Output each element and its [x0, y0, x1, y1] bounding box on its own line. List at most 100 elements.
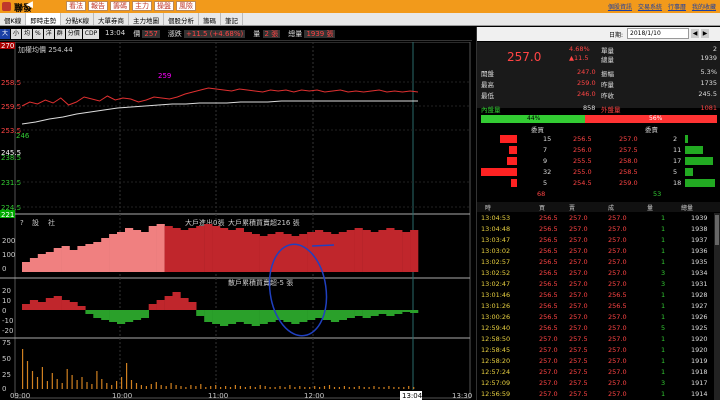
tab-chips[interactable]: 籌碼	[199, 13, 222, 25]
back-arrow-icon[interactable]: ◀	[26, 0, 33, 10]
retail-bar	[61, 300, 70, 310]
tick-row[interactable]: 12:56:59 257.0 257.5 257.0 1 1914	[477, 389, 720, 400]
tick-deal: 257.0	[608, 346, 627, 354]
chart-button-group: 大 小 均 % 洋 群 分價 CDP	[0, 29, 100, 39]
tab-big-broker[interactable]: 大單券商	[94, 13, 130, 25]
time-axis-label: 11:00	[208, 392, 228, 400]
retail-bar	[140, 310, 149, 318]
tick-row[interactable]: 13:04:53 256.5 257.0 257.0 1 1939	[477, 213, 720, 224]
price-split-button[interactable]: 分價	[65, 29, 82, 39]
retail-bar	[235, 310, 244, 322]
volume-bar	[220, 387, 222, 389]
operation-button[interactable]: 操盤	[154, 1, 174, 11]
foreign-button[interactable]: 洋	[43, 29, 54, 39]
tab-notes[interactable]: 筆記	[221, 13, 244, 25]
tick-volume: 5	[661, 324, 666, 332]
current-time: 13:04	[105, 29, 126, 37]
calendar-link[interactable]: 行事曆	[668, 2, 686, 11]
volume-bar	[254, 387, 256, 389]
risk-button[interactable]: 風險	[176, 1, 196, 11]
tick-row[interactable]: 12:59:40 256.5 257.0 257.0 5 1925	[477, 323, 720, 334]
favorites-link[interactable]: 我的收藏	[692, 2, 716, 11]
tick-row[interactable]: 13:00:26 256.5 257.0 257.0 1 1926	[477, 312, 720, 323]
cdp-button[interactable]: CDP	[82, 29, 100, 39]
big-player-bar	[402, 232, 411, 272]
prev-close-label: 昨收	[601, 92, 614, 100]
volume-bar	[363, 387, 365, 389]
large-button[interactable]: 大	[0, 29, 11, 39]
time-axis-label: 12:00	[304, 392, 324, 400]
bid-volume: 9	[543, 157, 548, 165]
tick-row[interactable]: 12:57:09 257.0 257.5 257.0 3 1917	[477, 378, 720, 389]
ask-volume: 5	[673, 168, 678, 176]
stock-info-link[interactable]: 個股資訊	[608, 2, 632, 11]
report-button[interactable]: 報告	[88, 1, 108, 11]
tick-volume: 3	[661, 269, 666, 277]
tab-analysis[interactable]: 個股分析	[164, 13, 200, 25]
tab-main-map[interactable]: 主力地圖	[129, 13, 165, 25]
big-player-bar	[346, 230, 355, 272]
main-force-button[interactable]: 主力	[132, 1, 152, 11]
intraday-chart[interactable]: 270 258.5 259.5 253.5 245.5 238.5 231.5 224.5 22…	[0, 42, 472, 400]
tick-ask: 257.0	[569, 214, 588, 222]
group-button[interactable]: 群	[54, 29, 65, 39]
volume-bar	[26, 361, 29, 389]
view-button[interactable]: 看法	[66, 1, 86, 11]
average-line	[21, 100, 418, 125]
retail-bar	[307, 310, 316, 320]
tick-row[interactable]: 12:58:45 257.0 257.5 257.0 1 1920	[477, 345, 720, 356]
average-button[interactable]: 均	[22, 29, 33, 39]
big-player-bar	[410, 230, 419, 272]
volume-bar	[279, 386, 281, 389]
tick-bid: 256.5	[539, 291, 558, 299]
tab-realtime[interactable]: 即時走勢	[26, 13, 62, 25]
tick-row[interactable]: 12:57:24 257.0 257.5 257.0 1 1918	[477, 367, 720, 378]
retail-bar	[394, 310, 403, 314]
tick-row[interactable]: 13:01:46 256.5 257.0 256.5 1 1928	[477, 290, 720, 301]
scrollbar-thumb[interactable]	[715, 215, 719, 245]
outer-pct: 56%	[649, 115, 663, 122]
tick-row[interactable]: 13:01:26 256.5 257.0 256.5 1 1927	[477, 301, 720, 312]
big-player-bar	[220, 228, 229, 272]
volume-bar	[388, 386, 390, 389]
tick-row[interactable]: 13:02:52 256.5 257.0 257.0 3 1934	[477, 268, 720, 279]
chart-canvas[interactable]: 270258.5259.5253.5245.5238.5231.5224.522…	[0, 42, 472, 400]
volume-bar	[294, 387, 296, 389]
percent-button[interactable]: %	[33, 29, 43, 39]
tick-row[interactable]: 13:03:02 256.5 257.0 257.0 1 1936	[477, 246, 720, 257]
ticks-list[interactable]: 13:04:53 256.5 257.0 257.0 1 1939 13:04:48 256.…	[477, 213, 720, 400]
volume-bar	[368, 387, 370, 389]
ticks-scrollbar[interactable]	[714, 213, 720, 400]
retail-bar	[243, 310, 252, 324]
chips-button[interactable]: 籌碼	[110, 1, 130, 11]
tick-row[interactable]: 13:02:57 256.5 257.0 257.0 1 1935	[477, 257, 720, 268]
volume-bar	[155, 382, 157, 389]
trade-system-link[interactable]: 交易系統	[638, 2, 662, 11]
small-button[interactable]: 小	[11, 29, 22, 39]
open-label: 開盤	[481, 70, 494, 78]
tick-row[interactable]: 12:58:20 257.0 257.5 257.0 1 1919	[477, 356, 720, 367]
tick-time: 12:57:09	[481, 379, 511, 387]
tick-row[interactable]: 13:04:48 256.5 257.0 257.0 1 1938	[477, 224, 720, 235]
tick-row[interactable]: 13:03:47 256.5 257.0 257.0 1 1937	[477, 235, 720, 246]
tick-row[interactable]: 13:02:47 256.5 257.0 257.0 3 1931	[477, 279, 720, 290]
next-date-button[interactable]: ▶	[701, 29, 709, 38]
retail-bar	[370, 310, 379, 316]
volume-bar	[31, 371, 34, 389]
volume-bar	[269, 387, 271, 389]
tab-kline[interactable]: 個K線	[0, 13, 27, 25]
volume-label: 量	[253, 30, 261, 38]
volume-bar	[264, 386, 266, 389]
tab-branch-kline[interactable]: 分點K線	[61, 13, 95, 25]
volume-bar	[348, 387, 350, 389]
top-bar: 聯發 ◀ 看法 報告 籌碼 主力 操盤 風險 個股資訊 交易系統 行事曆 我的收…	[0, 0, 720, 14]
ask-volume: 11	[673, 146, 682, 154]
prev-date-button[interactable]: ◀	[691, 29, 699, 38]
tick-row[interactable]: 12:58:50 257.0 257.5 257.0 1 1920	[477, 334, 720, 345]
annotation-stroke	[311, 244, 335, 247]
tick-deal: 256.5	[608, 291, 627, 299]
tick-bid: 256.5	[539, 214, 558, 222]
date-input[interactable]: 2018/1/10	[627, 28, 689, 39]
tick-volume: 1	[661, 291, 666, 299]
volume-bar	[210, 386, 212, 389]
